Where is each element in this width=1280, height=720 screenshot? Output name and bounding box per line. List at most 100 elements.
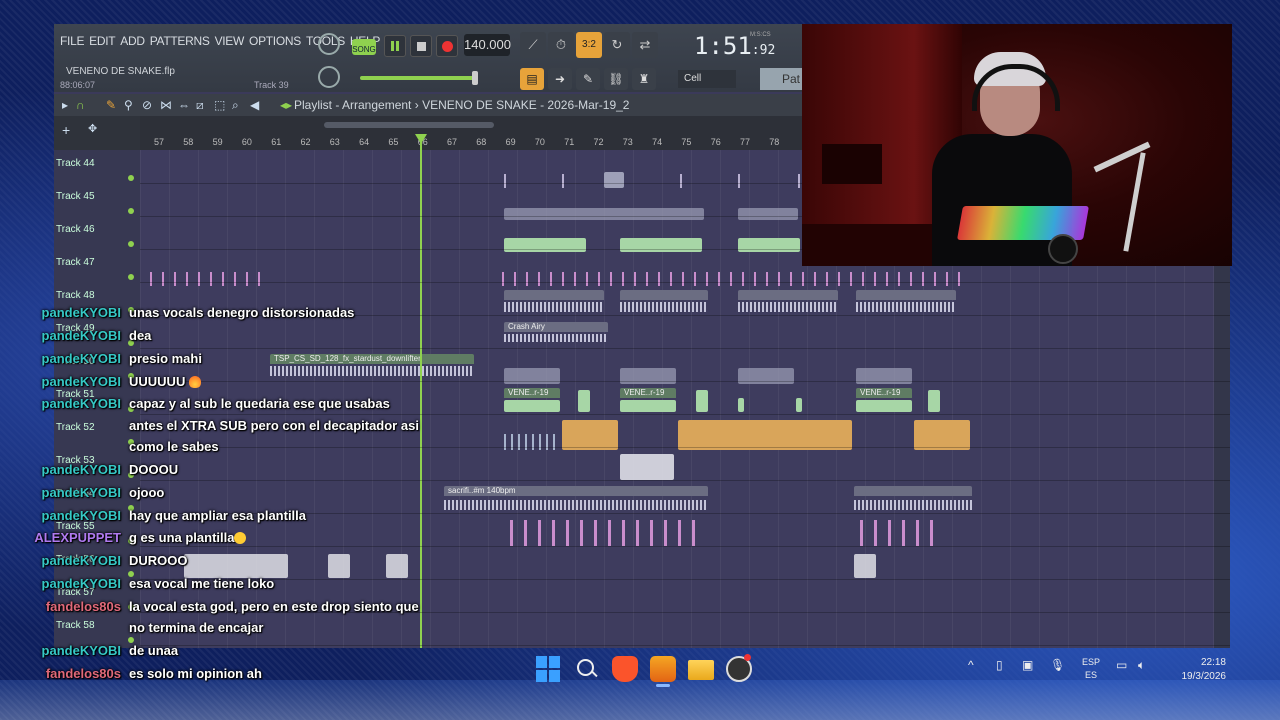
track-enable-led-icon[interactable] <box>128 208 134 214</box>
mute-tool-icon[interactable]: ⋈ <box>160 98 172 112</box>
select-tool-icon[interactable]: ⬚ <box>214 98 225 112</box>
clip[interactable] <box>738 208 798 220</box>
menu-view[interactable]: VIEW <box>215 34 245 48</box>
clip[interactable] <box>386 554 408 578</box>
clip[interactable] <box>854 554 876 578</box>
file-explorer-icon[interactable] <box>688 660 714 680</box>
clip[interactable] <box>578 390 590 412</box>
track-label[interactable]: Track 46 <box>56 224 95 235</box>
clip[interactable] <box>928 390 940 412</box>
clip[interactable] <box>860 520 940 546</box>
track-label[interactable]: Track 48 <box>56 290 95 301</box>
clip-vene-3[interactable]: VENE..r-19 <box>856 388 912 398</box>
pencil-icon[interactable]: ✎ <box>576 68 600 90</box>
playhead-marker-icon[interactable] <box>415 134 427 144</box>
clip[interactable] <box>620 302 708 312</box>
clip[interactable] <box>738 302 838 312</box>
master-volume-slider[interactable] <box>360 76 476 80</box>
clip[interactable] <box>738 174 740 188</box>
clip[interactable] <box>680 174 682 188</box>
song-mode-toggle[interactable]: SONG <box>352 39 376 55</box>
metronome-icon[interactable]: ⟋ <box>520 32 546 58</box>
record-button[interactable] <box>436 35 458 57</box>
loop-record-icon[interactable]: ↻ <box>604 32 630 58</box>
pattern-selector[interactable]: Pat <box>760 68 804 90</box>
magnet-icon[interactable]: ∩ <box>76 98 85 112</box>
speaker-icon[interactable]: ◀ <box>250 98 259 112</box>
play-arrow-icon[interactable]: ▸ <box>62 98 68 112</box>
slip-tool-icon[interactable]: ⇔ <box>178 98 190 112</box>
track-enable-led-icon[interactable] <box>128 175 134 181</box>
arrangement-arrows-icon[interactable]: ◂▸ <box>280 98 292 112</box>
pattern-snap[interactable]: 3:2 <box>576 32 602 58</box>
clip[interactable] <box>510 520 706 546</box>
clip[interactable] <box>504 290 604 300</box>
track-label[interactable]: Track 58 <box>56 620 95 631</box>
step-edit-icon[interactable]: ⇄ <box>632 32 658 58</box>
chevron-up-icon[interactable]: ^ <box>968 658 974 672</box>
slice-tool-icon[interactable]: ⧄ <box>196 98 204 113</box>
add-track-icon[interactable]: + <box>62 122 70 138</box>
clip-crash-airy[interactable]: Crash Airy <box>504 322 608 332</box>
track-label[interactable]: Track 52 <box>56 422 95 433</box>
clip-vene-2[interactable]: VENE..r-19 <box>620 388 676 398</box>
menu-file[interactable]: FILE <box>60 34 84 48</box>
clip[interactable] <box>604 172 624 188</box>
horizontal-scroll-thumb[interactable] <box>324 122 494 128</box>
usb-icon[interactable]: ▯ <box>996 658 1003 672</box>
snap-select[interactable]: Cell <box>678 70 736 88</box>
search-icon[interactable] <box>574 656 600 682</box>
master-pitch-knob-icon[interactable] <box>318 33 340 55</box>
menu-patterns[interactable]: PATTERNS <box>150 34 210 48</box>
fl-studio-icon[interactable] <box>650 656 676 682</box>
clip[interactable] <box>502 272 962 286</box>
menu-add[interactable]: ADD <box>120 34 145 48</box>
brave-browser-icon[interactable] <box>612 656 638 682</box>
network-icon[interactable]: ▭ <box>1116 658 1127 672</box>
clip[interactable] <box>798 174 800 188</box>
track-label[interactable]: Track 45 <box>56 191 95 202</box>
clip[interactable] <box>184 554 288 578</box>
move-icon[interactable]: ✥ <box>88 122 97 135</box>
clip[interactable] <box>738 290 838 300</box>
microphone-icon[interactable]: 🎙︎ <box>1050 658 1065 672</box>
clip-sacrifi[interactable]: sacrifi..#m 140bpm <box>444 486 708 496</box>
clip[interactable] <box>854 500 972 510</box>
clip[interactable] <box>620 400 676 412</box>
clip[interactable] <box>856 400 912 412</box>
master-volume-handle[interactable] <box>472 71 478 85</box>
system-clock[interactable]: 22:18 19/3/2026 <box>1180 656 1227 684</box>
stop-button[interactable] <box>410 35 432 57</box>
windows-start-icon[interactable] <box>536 656 562 682</box>
clip-downlifter[interactable]: TSP_CS_SD_128_fx_stardust_downlifter <box>270 354 474 364</box>
paint-tool-icon[interactable]: ⚲ <box>124 98 133 112</box>
clip[interactable] <box>696 390 708 412</box>
track-enable-led-icon[interactable] <box>128 274 134 280</box>
clip[interactable] <box>620 454 674 480</box>
clip[interactable] <box>796 398 802 412</box>
clip[interactable] <box>562 420 618 450</box>
clip[interactable] <box>328 554 350 578</box>
clip-crash-airy-wave[interactable] <box>504 334 608 342</box>
zoom-tool-icon[interactable]: ⌕ <box>232 98 239 113</box>
track-enable-led-icon[interactable] <box>128 241 134 247</box>
clip[interactable] <box>620 290 708 300</box>
clip[interactable] <box>504 302 604 312</box>
app-tray-icon[interactable]: ▣ <box>1022 658 1033 672</box>
input-language[interactable]: ESP ES <box>1082 656 1100 682</box>
master-volume-knob-icon[interactable] <box>318 66 340 88</box>
delete-tool-icon[interactable]: ⊘ <box>142 98 152 112</box>
clip[interactable] <box>678 420 852 450</box>
menu-options[interactable]: OPTIONS <box>249 34 301 48</box>
clip[interactable] <box>856 302 956 312</box>
clip[interactable] <box>504 174 506 188</box>
volume-icon[interactable]: 🔈︎ <box>1138 658 1145 673</box>
track-label[interactable]: Track 44 <box>56 158 95 169</box>
clip[interactable] <box>504 208 704 220</box>
track-label[interactable]: Track 47 <box>56 257 95 268</box>
playlist-view-icon[interactable]: ▤ <box>520 68 544 90</box>
playhead-line[interactable] <box>420 134 422 648</box>
menu-edit[interactable]: EDIT <box>89 34 115 48</box>
clip[interactable] <box>856 290 956 300</box>
pause-button[interactable] <box>384 35 406 57</box>
